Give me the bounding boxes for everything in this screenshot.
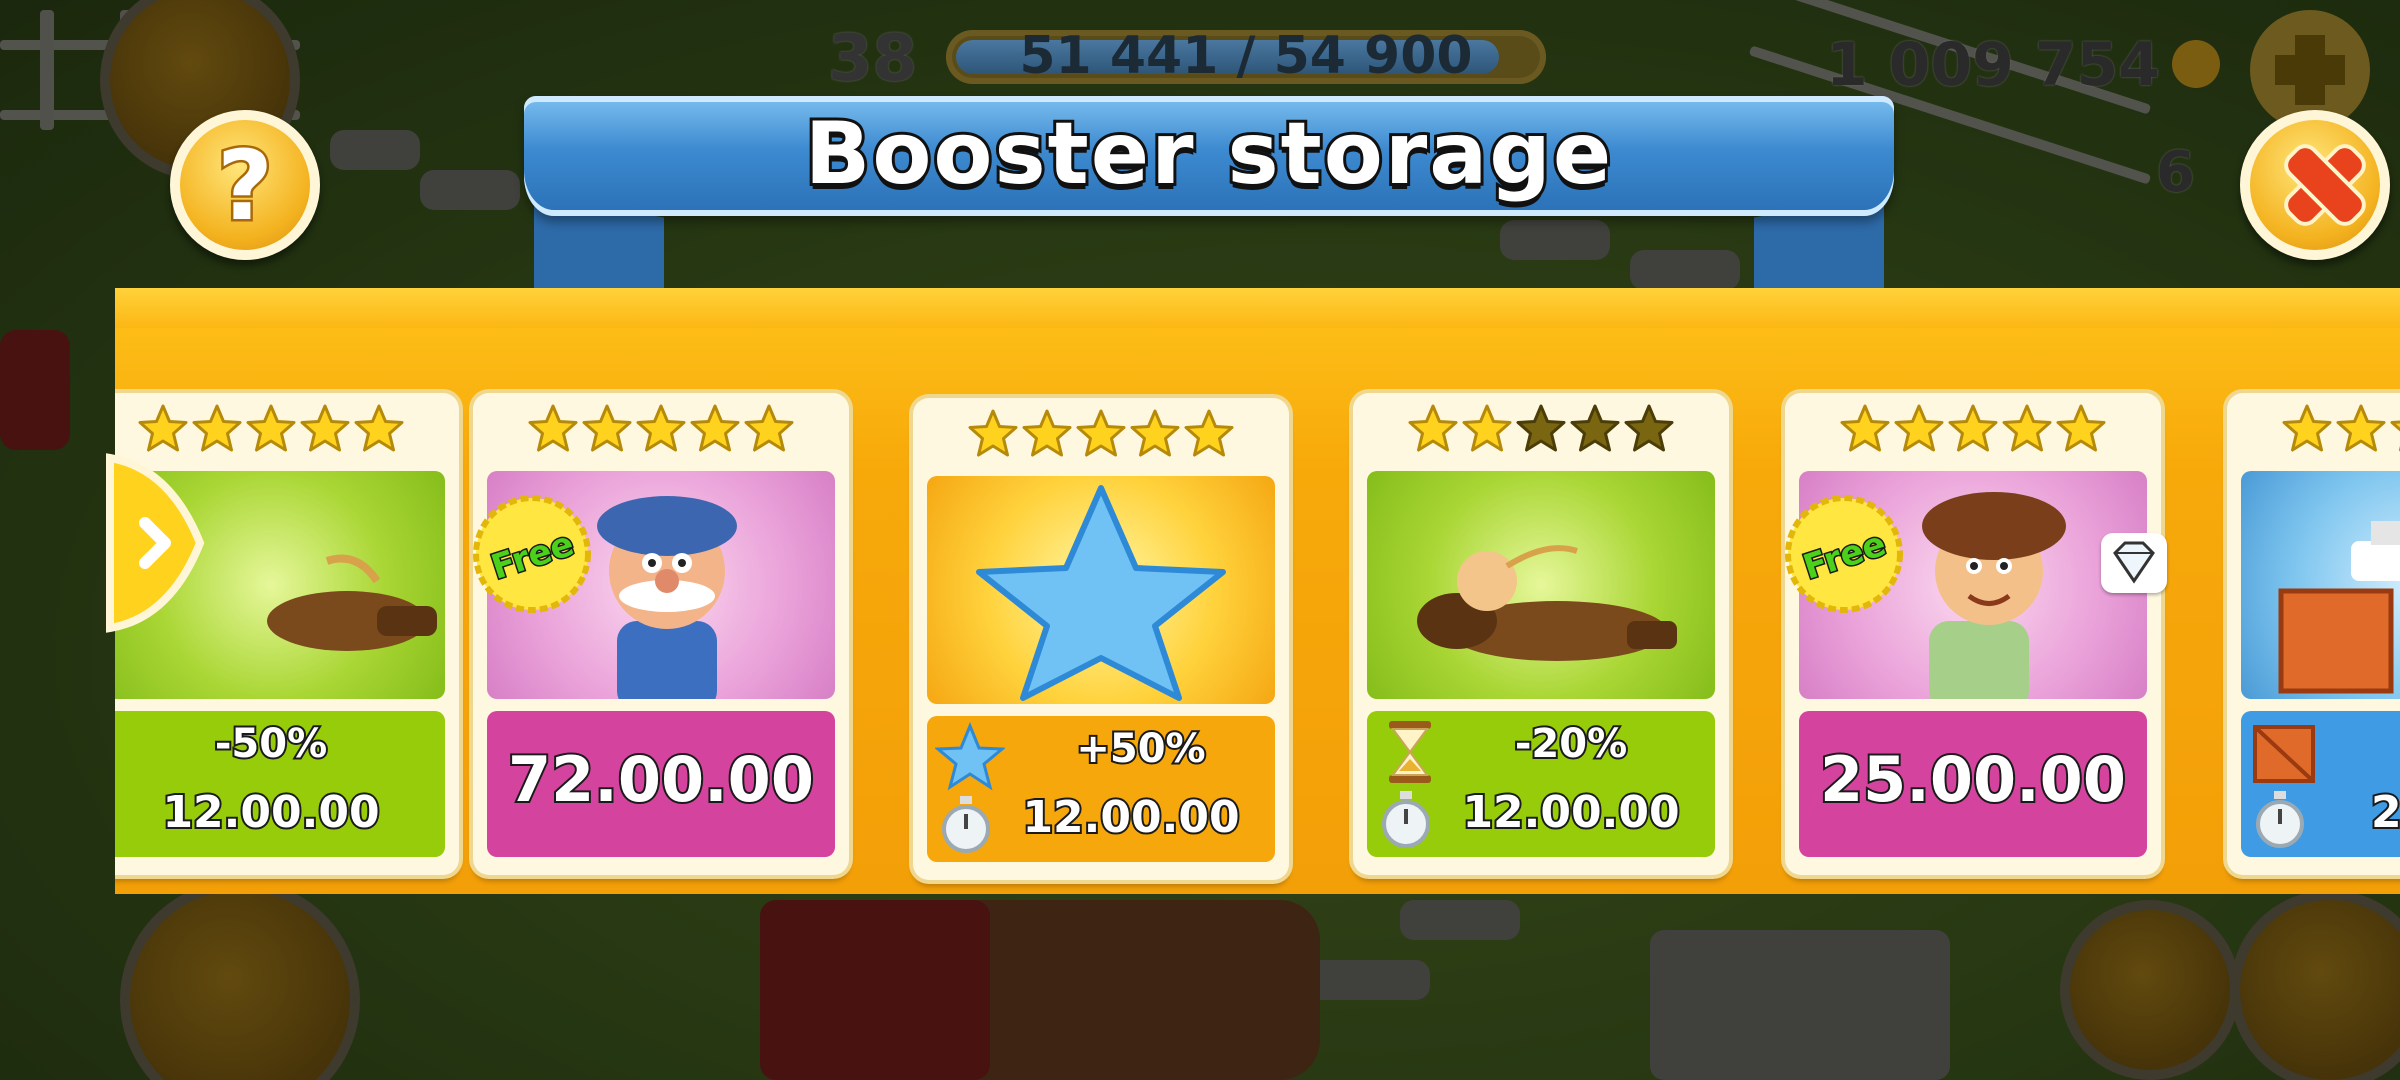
star-rating bbox=[473, 403, 849, 459]
duration-text: 25.00.00 bbox=[1818, 741, 2128, 818]
star-rating bbox=[1785, 403, 2161, 459]
star-filled-icon bbox=[528, 404, 578, 452]
star-empty-icon bbox=[1570, 404, 1620, 452]
star-filled-icon bbox=[690, 404, 740, 452]
star-empty-icon bbox=[1516, 404, 1566, 452]
star-filled-icon bbox=[636, 404, 686, 452]
star-filled-icon bbox=[1022, 409, 1072, 457]
player-level: 38 bbox=[828, 22, 918, 96]
bonus-text: -20% bbox=[1513, 719, 1629, 769]
booster-image bbox=[2241, 471, 2400, 699]
booster-card[interactable]: Free 72.00.00 bbox=[473, 393, 849, 875]
duration-text: 72.00.00 bbox=[506, 741, 816, 818]
star-filled-icon bbox=[1076, 409, 1126, 457]
star-filled-icon bbox=[2002, 404, 2052, 452]
help-button[interactable]: ? bbox=[170, 110, 320, 260]
star-filled-icon bbox=[582, 404, 632, 452]
booster-card[interactable]: 2 bbox=[2227, 393, 2400, 875]
star-filled-icon bbox=[1184, 409, 1234, 457]
star-rating bbox=[2227, 403, 2400, 459]
booster-card[interactable]: -20% 12.00.00 bbox=[1353, 393, 1729, 875]
coin-count: 1 009 754 bbox=[1825, 30, 2160, 100]
star-filled-icon bbox=[1408, 404, 1458, 452]
crates-boat-icon bbox=[2278, 521, 2400, 694]
duration-text: 12.00.00 bbox=[1460, 785, 1681, 840]
booster-card[interactable]: +50% 12.00.00 bbox=[913, 398, 1289, 880]
star-filled-icon bbox=[2056, 404, 2106, 452]
star-filled-icon bbox=[2390, 420, 2400, 452]
close-button[interactable] bbox=[2240, 110, 2390, 260]
star-filled-icon bbox=[354, 404, 404, 452]
scroll-left-arrow-button[interactable] bbox=[100, 448, 210, 638]
xp-bar: 51 441 / 54 900 bbox=[946, 26, 1546, 86]
bonus-text: -50% bbox=[213, 719, 329, 769]
star-filled-icon bbox=[2336, 404, 2386, 452]
stopwatch-icon bbox=[942, 796, 990, 853]
free-badge-icon: Free bbox=[473, 495, 591, 613]
booster-image bbox=[1367, 471, 1715, 699]
dialog-title: Booster storage bbox=[802, 101, 1614, 207]
star-empty-icon bbox=[1624, 404, 1674, 452]
star-filled-icon bbox=[1948, 404, 1998, 452]
free-badge-icon: Free bbox=[1785, 495, 1903, 613]
star-filled-icon bbox=[1840, 404, 1890, 452]
star-filled-icon bbox=[2282, 404, 2332, 452]
diamond-icon bbox=[2101, 533, 2167, 593]
stopwatch-icon bbox=[1382, 791, 1430, 848]
crate-icon bbox=[2253, 725, 2315, 783]
gem-count: 6 bbox=[2156, 140, 2195, 205]
dialog-header: Booster storage bbox=[524, 96, 1894, 368]
star-filled-icon bbox=[1894, 404, 1944, 452]
coin-icon bbox=[2172, 40, 2220, 88]
duration-text: 12.00.00 bbox=[160, 785, 381, 840]
sleeping-farmer-icon bbox=[1417, 545, 1677, 661]
star-rating bbox=[1353, 403, 1729, 459]
bonus-text: +50% bbox=[1074, 724, 1207, 774]
xp-text: 51 441 / 54 900 bbox=[1019, 26, 1473, 86]
booster-card[interactable]: Free 25.00.00 bbox=[1785, 393, 2167, 875]
stopwatch-icon bbox=[2256, 791, 2304, 848]
booster-list[interactable]: -50% 12.00.00 Free 72.00.00 +50% 12.00.0… bbox=[115, 288, 2400, 894]
question-mark-icon: ? bbox=[215, 128, 276, 245]
star-filled-icon bbox=[246, 404, 296, 452]
star-filled-icon bbox=[968, 409, 1018, 457]
star-rating bbox=[913, 408, 1289, 464]
star-filled-icon bbox=[300, 404, 350, 452]
booster-image bbox=[927, 476, 1275, 704]
duration-text: 2 bbox=[2369, 785, 2400, 840]
star-filled-icon bbox=[744, 404, 794, 452]
star-filled-icon bbox=[1130, 409, 1180, 457]
blue-star-icon bbox=[976, 485, 1226, 701]
star-filled-icon bbox=[1462, 404, 1512, 452]
duration-text: 12.00.00 bbox=[1020, 790, 1241, 845]
star-icon bbox=[935, 722, 1005, 791]
